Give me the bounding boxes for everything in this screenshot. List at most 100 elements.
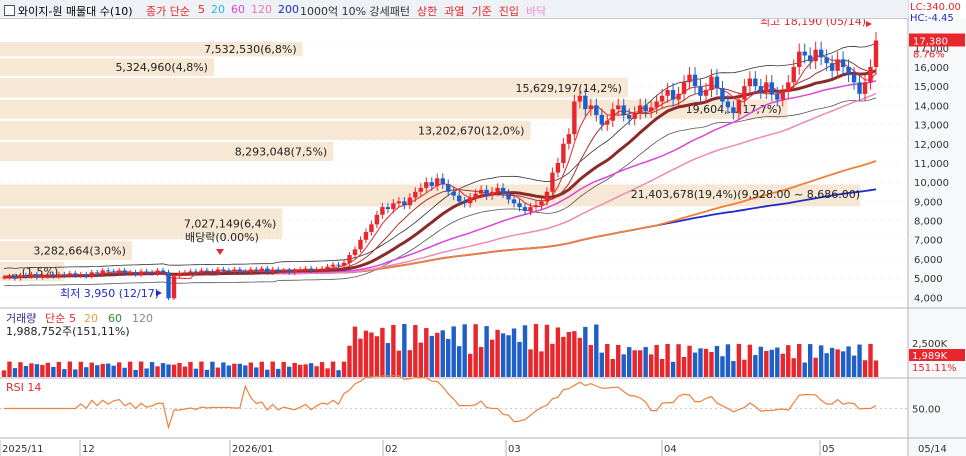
volume-bar: [248, 362, 253, 377]
candle-body: [533, 205, 539, 208]
volume-bar: [215, 367, 221, 377]
y-tick-label: 8,000: [914, 217, 943, 228]
volume-bar: [577, 337, 583, 377]
stock-chart[interactable]: 4,000 5,000 6,000 7,000 8,000 9,000 10,000 11,0…: [0, 0, 966, 456]
candle-body: [500, 187, 506, 194]
ma-period-200[interactable]: 200: [278, 3, 299, 16]
candle-body: [446, 184, 451, 192]
candle-body: [555, 162, 561, 173]
volume-bar: [374, 336, 380, 377]
volume-bar: [40, 364, 45, 377]
current-volume-label: 1,988,752주(151,11%): [6, 325, 130, 338]
indicator-option[interactable]: 기준: [472, 5, 492, 18]
toolbar-title[interactable]: 와이지-원 매물대 수(10): [4, 3, 133, 19]
candle-body: [144, 271, 149, 273]
candle-body: [868, 66, 873, 83]
volume-bar: [440, 330, 445, 377]
lc-readout: LC:340.00: [910, 2, 961, 13]
candle-body: [572, 101, 577, 135]
volume-bar: [456, 346, 462, 377]
candle-body: [539, 201, 544, 206]
indicator-option[interactable]: 상한: [417, 5, 437, 18]
volume-bar: [829, 347, 835, 377]
candle-body: [742, 86, 747, 100]
volume-bar: [605, 343, 610, 377]
volume-bar: [308, 363, 314, 377]
indicator-option[interactable]: 바닥: [526, 5, 546, 18]
volume-last-label: 1,989K: [912, 351, 948, 362]
ma-period-20[interactable]: 20: [211, 3, 225, 16]
volume-bar: [627, 347, 632, 377]
candle-body: [654, 101, 659, 108]
volume-bar: [780, 353, 785, 377]
volume-bar: [522, 325, 528, 377]
volume-bar: [489, 339, 495, 377]
candle-body: [62, 274, 67, 276]
candle-body: [325, 266, 330, 269]
candle-body: [1, 277, 7, 279]
volume-bar: [243, 365, 248, 377]
volume-bar: [396, 350, 402, 377]
volume-bar: [566, 331, 572, 377]
candle-body: [692, 74, 698, 87]
volume-bar: [840, 351, 846, 377]
indicator-option[interactable]: 진입: [499, 5, 519, 18]
volume-bar: [670, 361, 676, 377]
volume-profile-label: 7,027,149(6,4%): [184, 218, 277, 231]
candle-body: [177, 273, 182, 277]
candle-body: [495, 187, 500, 192]
candle-body: [199, 270, 204, 273]
volume-bar: [555, 327, 561, 377]
candle-body: [599, 114, 604, 125]
candle-body: [259, 268, 264, 271]
candle-body: [703, 90, 709, 96]
candle-body: [89, 272, 94, 277]
candle-body: [138, 271, 144, 275]
volume-bar: [265, 369, 270, 377]
volume-bar: [385, 343, 391, 377]
candle-body: [385, 207, 391, 210]
volume-bar: [210, 361, 215, 377]
candle-body: [462, 201, 467, 204]
volume-bar: [160, 363, 166, 377]
low-price-label: 최저 3,950 (12/17): [60, 287, 159, 300]
indicator-option[interactable]: 과열: [444, 5, 464, 18]
candle-body: [714, 76, 720, 89]
candle-body: [429, 182, 434, 186]
volume-legend-item: 20: [84, 312, 98, 325]
candle-body: [254, 269, 259, 271]
volume-bar: [325, 368, 330, 377]
volume-bar: [281, 361, 286, 377]
ma-period-5[interactable]: 5: [198, 3, 205, 16]
candle-body: [747, 78, 753, 87]
volume-bar: [270, 361, 275, 377]
x-tick-label: 02: [385, 444, 398, 455]
volume-bar: [23, 366, 29, 377]
volume-bar: [380, 327, 385, 377]
candle-body: [29, 274, 34, 277]
y-tick-label: 9,000: [914, 197, 943, 208]
ma-period-60[interactable]: 60: [231, 3, 245, 16]
toolbar-checkbox[interactable]: [4, 5, 15, 16]
y-tick-label: 10,000: [914, 178, 949, 189]
volume-bar: [89, 362, 94, 377]
volume-bar: [451, 326, 456, 377]
volume-bar: [824, 353, 829, 377]
volume-bar: [868, 343, 873, 377]
volume-profile-label: 13,202,670(12,0%): [418, 124, 525, 137]
volume-bar: [424, 328, 429, 377]
candle-body: [506, 193, 511, 200]
y-tick-label: 7,000: [914, 236, 943, 247]
candle-body: [802, 51, 807, 56]
volume-bar: [500, 333, 506, 377]
ma-period-120[interactable]: 120: [251, 3, 272, 16]
volume-bar: [111, 365, 116, 377]
volume-bar: [259, 361, 264, 377]
indicator-option[interactable]: 1000억 10% 강세패턴: [300, 5, 410, 18]
volume-bar: [797, 343, 802, 377]
candle-body: [297, 269, 303, 271]
volume-bar: [78, 361, 83, 377]
volume-bar: [116, 362, 122, 377]
volume-bar: [352, 326, 358, 377]
volume-bar: [616, 344, 621, 377]
